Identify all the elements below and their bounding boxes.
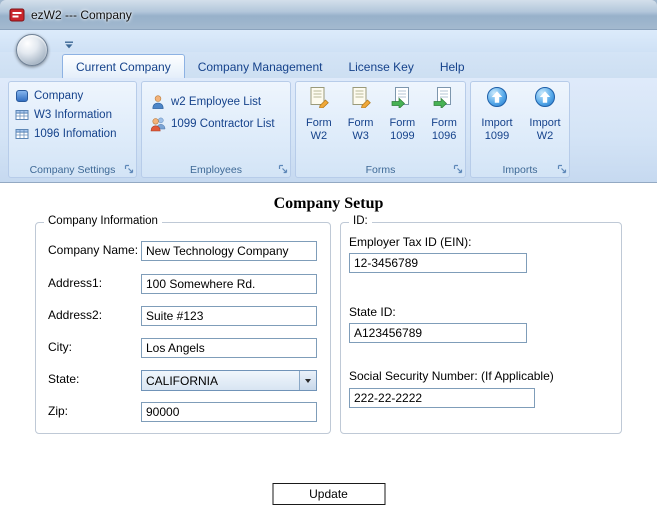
- ribbon-group-imports: Import 1099 Import W2 Imports: [470, 81, 570, 178]
- dialog-launcher-icon[interactable]: [124, 164, 134, 174]
- import-w2-button[interactable]: Import W2: [523, 86, 567, 143]
- import-1099-button[interactable]: Import 1099: [475, 86, 519, 143]
- ribbon-item-label: Company: [34, 89, 84, 102]
- group-caption-label: Company Settings: [29, 163, 116, 176]
- tab-current-company[interactable]: Current Company: [62, 54, 185, 78]
- company-name-label: Company Name:: [48, 243, 139, 257]
- button-label-line2: W2: [536, 130, 554, 142]
- person-icon: [150, 94, 166, 110]
- ribbon-group-employees: w2 Employee List 1099 Contractor List Em…: [141, 81, 291, 178]
- ribbon-item-label: W3 Information: [34, 108, 112, 121]
- group-caption-forms: Forms: [296, 162, 465, 177]
- document-green-arrow-icon: [391, 86, 413, 108]
- ribbon-item-w2-employee-list[interactable]: w2 Employee List: [150, 91, 285, 113]
- state-id-label: State ID:: [349, 305, 396, 319]
- button-label-line2: 1096: [431, 130, 457, 142]
- button-label-line1: Form: [306, 117, 332, 129]
- button-label-line1: Form: [389, 117, 416, 129]
- ribbon-group-forms: Form W2 Form W3 Form 1099 Form 1096 Form…: [295, 81, 466, 178]
- ribbon-item-label: 1096 Infomation: [34, 127, 117, 140]
- app-window: ezW2 --- Company Current Company Company…: [0, 0, 657, 528]
- quick-access-toolbar: [0, 30, 657, 52]
- document-green-arrow-icon: [433, 86, 455, 108]
- id-groupbox: ID: Employer Tax ID (EIN): State ID: Soc…: [340, 215, 622, 434]
- dropdown-arrow-icon[interactable]: [299, 371, 316, 390]
- button-label-line1: Form: [347, 117, 374, 129]
- zip-label: Zip:: [48, 404, 69, 418]
- ribbon-item-label: 1099 Contractor List: [171, 118, 275, 130]
- button-label-line1: Import: [529, 117, 561, 129]
- city-label: City:: [48, 340, 72, 354]
- document-pencil-icon: [308, 86, 330, 108]
- group-caption-employees: Employees: [142, 162, 290, 177]
- ribbon-item-company[interactable]: Company: [15, 86, 131, 105]
- group-caption-label: Imports: [502, 163, 538, 176]
- blue-globe-up-arrow-icon: [534, 86, 556, 108]
- content-area: Company Setup Company Information Compan…: [0, 183, 657, 528]
- address2-input[interactable]: [141, 306, 317, 326]
- tab-company-management[interactable]: Company Management: [185, 55, 336, 78]
- group-caption-label: Employees: [190, 163, 242, 176]
- ein-input[interactable]: [349, 253, 527, 273]
- state-id-input[interactable]: [349, 323, 527, 343]
- group-caption-imports: Imports: [471, 162, 569, 177]
- address1-label: Address1:: [48, 276, 103, 290]
- dialog-launcher-icon[interactable]: [453, 164, 463, 174]
- table-grid-icon: [15, 127, 29, 141]
- window-title: ezW2 --- Company: [31, 7, 132, 22]
- ribbon-item-w3-information[interactable]: W3 Information: [15, 105, 131, 124]
- form-1096-button[interactable]: Form 1096: [424, 86, 464, 143]
- state-select[interactable]: CALIFORNIA: [141, 370, 317, 391]
- ssn-input[interactable]: [349, 388, 535, 408]
- group-caption-label: Forms: [365, 163, 396, 176]
- group-caption-company-settings: Company Settings: [9, 162, 136, 177]
- titlebar[interactable]: ezW2 --- Company: [0, 0, 657, 30]
- update-button[interactable]: Update: [272, 483, 385, 505]
- app-icon: [9, 7, 25, 23]
- ribbon-tab-bar: Current Company Company Management Licen…: [0, 52, 657, 78]
- company-name-input[interactable]: [141, 241, 317, 261]
- ein-label: Employer Tax ID (EIN):: [349, 235, 472, 249]
- groupbox-legend: Company Information: [44, 215, 162, 227]
- two-persons-icon: [150, 116, 166, 132]
- document-pencil-icon: [350, 86, 372, 108]
- dialog-launcher-icon[interactable]: [557, 164, 567, 174]
- city-input[interactable]: [141, 338, 317, 358]
- state-selected-value: CALIFORNIA: [146, 373, 219, 388]
- table-grid-icon: [15, 108, 29, 122]
- form-w2-button[interactable]: Form W2: [299, 86, 339, 143]
- ribbon-item-1096-information[interactable]: 1096 Infomation: [15, 124, 131, 143]
- tab-help[interactable]: Help: [427, 55, 478, 78]
- button-label-line1: Form: [431, 117, 457, 129]
- blue-cube-icon: [15, 89, 29, 103]
- button-label-line2: 1099: [390, 130, 415, 142]
- company-information-groupbox: Company Information Company Name: Addres…: [35, 215, 331, 434]
- button-label-line2: W2: [310, 130, 328, 142]
- application-menu-button[interactable]: [16, 34, 48, 66]
- form-w3-button[interactable]: Form W3: [341, 86, 381, 143]
- zip-input[interactable]: [141, 402, 317, 422]
- state-label: State:: [48, 372, 80, 386]
- button-label-line2: 1099: [484, 130, 510, 142]
- blue-globe-up-arrow-icon: [486, 86, 508, 108]
- ribbon-item-1099-contractor-list[interactable]: 1099 Contractor List: [150, 113, 285, 135]
- dialog-launcher-icon[interactable]: [278, 164, 288, 174]
- groupbox-legend: ID:: [349, 215, 372, 227]
- ribbon-group-company-settings: Company W3 Information 1096 Infomation C…: [8, 81, 137, 178]
- button-label-line2: W3: [352, 130, 369, 142]
- page-title: Company Setup: [273, 195, 384, 212]
- form-1099-button[interactable]: Form 1099: [383, 86, 423, 143]
- ribbon-item-label: w2 Employee List: [171, 96, 262, 108]
- tab-license-key[interactable]: License Key: [335, 55, 426, 78]
- address2-label: Address2:: [48, 308, 103, 322]
- ribbon: Company W3 Information 1096 Infomation C…: [0, 78, 657, 183]
- ssn-label: Social Security Number: (If Applicable): [349, 369, 554, 383]
- button-label-line1: Import: [481, 117, 513, 129]
- address1-input[interactable]: [141, 274, 317, 294]
